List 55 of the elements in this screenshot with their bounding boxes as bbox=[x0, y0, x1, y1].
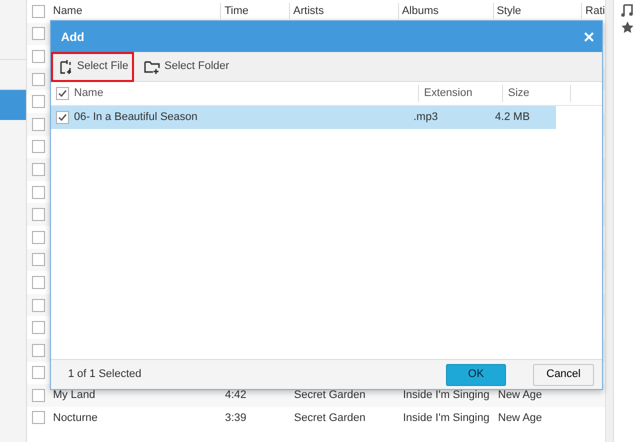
checkbox[interactable] bbox=[32, 140, 45, 154]
column-header[interactable]: Rati bbox=[582, 3, 605, 20]
file-row[interactable]: 06- In a Beautiful Season .mp3 4.2 MB bbox=[51, 106, 556, 129]
checkbox[interactable] bbox=[32, 366, 45, 380]
table-cell-text: 3:39 bbox=[224, 410, 248, 426]
checkbox[interactable] bbox=[32, 344, 45, 357]
column-header[interactable]: Name bbox=[50, 3, 222, 20]
checkbox[interactable] bbox=[32, 72, 45, 86]
dialog-title: Add bbox=[61, 28, 84, 46]
column-header[interactable]: Artists bbox=[290, 3, 399, 20]
column-header[interactable]: Style bbox=[494, 3, 582, 20]
column-header[interactable]: Extension bbox=[419, 85, 503, 102]
column-header[interactable]: Time bbox=[221, 3, 290, 20]
checkbox[interactable] bbox=[32, 388, 45, 402]
close-icon[interactable] bbox=[584, 32, 594, 42]
checkbox[interactable] bbox=[32, 4, 45, 18]
table-cell-text: Secret Garden bbox=[293, 388, 367, 404]
column-header[interactable]: Albums bbox=[398, 3, 494, 20]
column-header[interactable]: Size bbox=[503, 85, 571, 102]
table-cell-text: Inside I'm Singing bbox=[402, 388, 490, 404]
file-size: 4.2 MB bbox=[494, 110, 531, 126]
checkbox[interactable] bbox=[56, 87, 69, 100]
checkbox[interactable] bbox=[32, 253, 45, 266]
table-cell-text: Secret Garden bbox=[293, 410, 367, 426]
toolbar-button[interactable]: Select Folder bbox=[138, 52, 236, 82]
table-cell-text: Inside I'm Singing bbox=[402, 410, 490, 426]
table-cell-text: New Age bbox=[497, 388, 544, 404]
checkbox[interactable] bbox=[32, 95, 45, 108]
table-cell-text: 4:42 bbox=[224, 388, 248, 404]
checkbox[interactable] bbox=[32, 276, 45, 289]
toolbar-button[interactable]: Select File bbox=[51, 52, 134, 82]
folder-add-icon bbox=[144, 58, 160, 74]
star-icon[interactable] bbox=[620, 21, 634, 34]
checkbox[interactable] bbox=[32, 50, 45, 63]
scrollbar[interactable] bbox=[605, 0, 613, 442]
checkbox[interactable] bbox=[32, 411, 45, 424]
checkbox[interactable] bbox=[32, 186, 45, 199]
file-extension: .mp3 bbox=[412, 110, 439, 126]
music-note-icon[interactable] bbox=[621, 3, 633, 17]
checkbox[interactable] bbox=[32, 162, 45, 176]
checkbox[interactable] bbox=[56, 111, 69, 124]
file-name: 06- In a Beautiful Season bbox=[74, 110, 199, 126]
table-cell-text: My Land bbox=[52, 388, 96, 404]
checkbox[interactable] bbox=[32, 208, 45, 222]
selection-status: 1 of 1 Selected bbox=[68, 367, 142, 382]
checkbox[interactable] bbox=[32, 230, 45, 244]
ok-button[interactable]: OK bbox=[446, 364, 506, 386]
cancel-button[interactable]: Cancel bbox=[533, 364, 594, 386]
checkbox[interactable] bbox=[32, 321, 45, 334]
checkbox[interactable] bbox=[32, 118, 45, 131]
checkbox[interactable] bbox=[32, 298, 45, 312]
table-cell-text: New Age bbox=[497, 410, 544, 426]
table-cell-text: Nocturne bbox=[52, 410, 99, 426]
column-header[interactable]: Name bbox=[74, 85, 419, 102]
checkbox[interactable] bbox=[32, 27, 45, 40]
